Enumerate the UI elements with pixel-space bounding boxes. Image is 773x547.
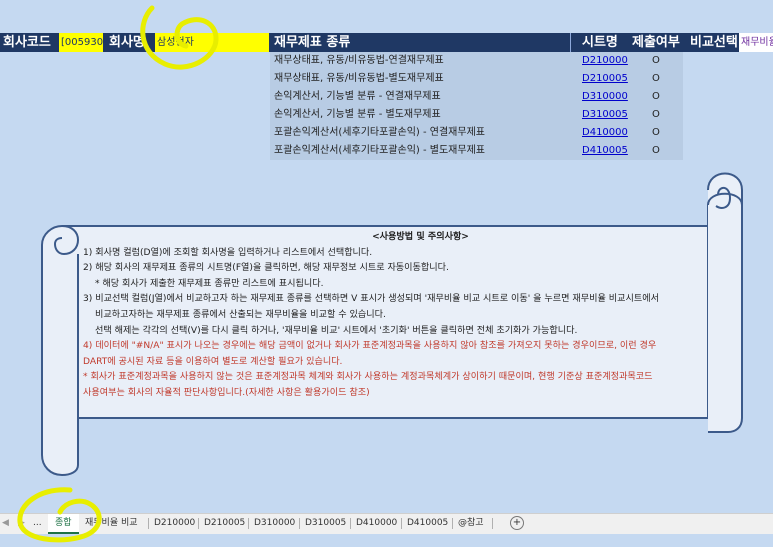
note-line: 4) 데이터에 "#N/A" 표시가 나오는 경우에는 해당 금액이 없거나 회… [83,341,657,352]
tab-d410000[interactable]: D410000 [356,514,397,532]
tab-separator [452,518,453,529]
tab-separator [492,518,493,529]
tab-d310000[interactable]: D310000 [254,514,295,532]
note-line: 3) 비교선택 컬럼(J열)에서 비교하고자 하는 재무제표 종류를 선택하면 … [83,294,659,305]
tab-d210005[interactable]: D210005 [204,514,245,532]
note-line: 선택 해제는 각각의 선택(V)를 다시 클릭 하거나, '재무비율 비교' 시… [95,325,578,336]
note-line: DART에 공시된 자료 등을 이용하여 별도로 계산할 필요가 있습니다. [83,356,343,367]
highlight-circle-icon [140,5,219,70]
note-line: 사용여부는 회사의 자율적 판단사항입니다.(자세한 사항은 활용가이드 참조) [83,387,370,398]
add-sheet-icon[interactable]: + [510,516,524,530]
sheet-tab-bar: ◀ ▶ ... 종합 재무비율 비교 D210000 D210005 D3100… [0,513,773,534]
tab-separator [248,518,249,529]
tab-reference[interactable]: @참고 [458,514,484,532]
tab-separator [401,518,402,529]
note-line: * 회사가 표준계정과목을 사용하지 않는 것은 표준계정과목 체계와 회사가 … [83,372,653,383]
tab-separator [198,518,199,529]
notes-title: <사용방법 및 주의사항> [372,232,469,242]
note-line: 1) 회사명 컬럼(D열)에 조회할 회사명을 입력하거나 리스트에서 선택합니… [83,247,373,258]
tab-separator [148,518,149,529]
tab-d310005[interactable]: D310005 [305,514,346,532]
note-line: 2) 해당 회사의 재무제표 종류의 시트명(F열)을 클릭하면, 해당 재무정… [83,263,449,274]
tab-d410005[interactable]: D410005 [407,514,448,532]
tab-separator [350,518,351,529]
tab-d210000[interactable]: D210000 [154,514,195,532]
note-line: * 해당 회사가 제출한 재무제표 종류만 리스트에 표시됩니다. [95,278,324,289]
note-line: 비교하고자하는 재무제표 종류에서 산출되는 재무비율을 비교할 수 있습니다. [95,309,386,320]
usage-notes: <사용방법 및 주의사항> 1) 회사명 컬럼(D열)에 조회할 회사명을 입력… [83,230,743,402]
tab-separator [299,518,300,529]
scroll-left-icon[interactable]: ◀ [2,514,9,532]
highlight-circle-icon [17,487,102,543]
